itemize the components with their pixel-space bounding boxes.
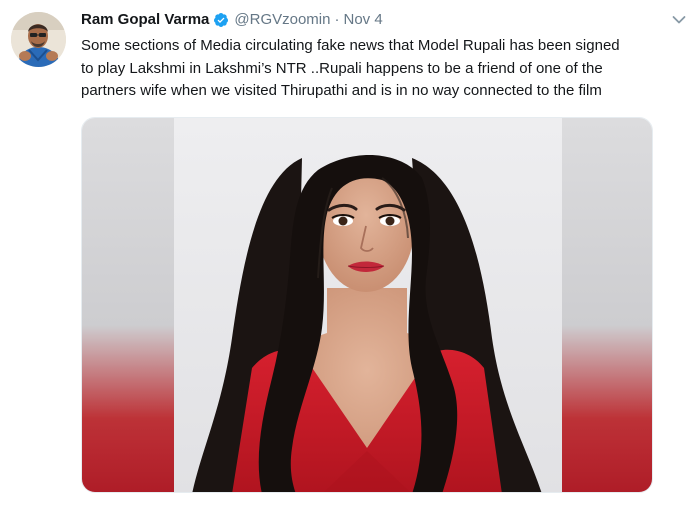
photo-portrait bbox=[82, 118, 652, 492]
tweet-header: Ram Gopal Varma @RGVzoomin · Nov 4 bbox=[81, 10, 383, 30]
tweet-media-image[interactable] bbox=[81, 117, 653, 493]
header-separator: · bbox=[334, 11, 340, 28]
verified-badge-icon bbox=[214, 13, 229, 27]
tweet-text-line: to play Lakshmi in Lakshmi’s NTR ..Rupal… bbox=[81, 59, 603, 77]
tweet-text: Some sections of Media circulating fake … bbox=[81, 35, 686, 103]
tweet-card: Ram Gopal Varma @RGVzoomin · Nov 4 Some … bbox=[0, 0, 700, 509]
tweet-date[interactable]: Nov 4 bbox=[343, 10, 382, 30]
avatar[interactable] bbox=[11, 12, 66, 67]
chevron-down-icon[interactable] bbox=[672, 15, 686, 25]
author-handle[interactable]: @RGVzoomin bbox=[234, 10, 330, 30]
avatar-image bbox=[11, 12, 66, 67]
author-name[interactable]: Ram Gopal Varma bbox=[81, 10, 209, 30]
tweet-text-line: Some sections of Media circulating fake … bbox=[81, 37, 620, 54]
tweet-text-line: partners wife when we visited Thirupathi… bbox=[81, 82, 602, 99]
